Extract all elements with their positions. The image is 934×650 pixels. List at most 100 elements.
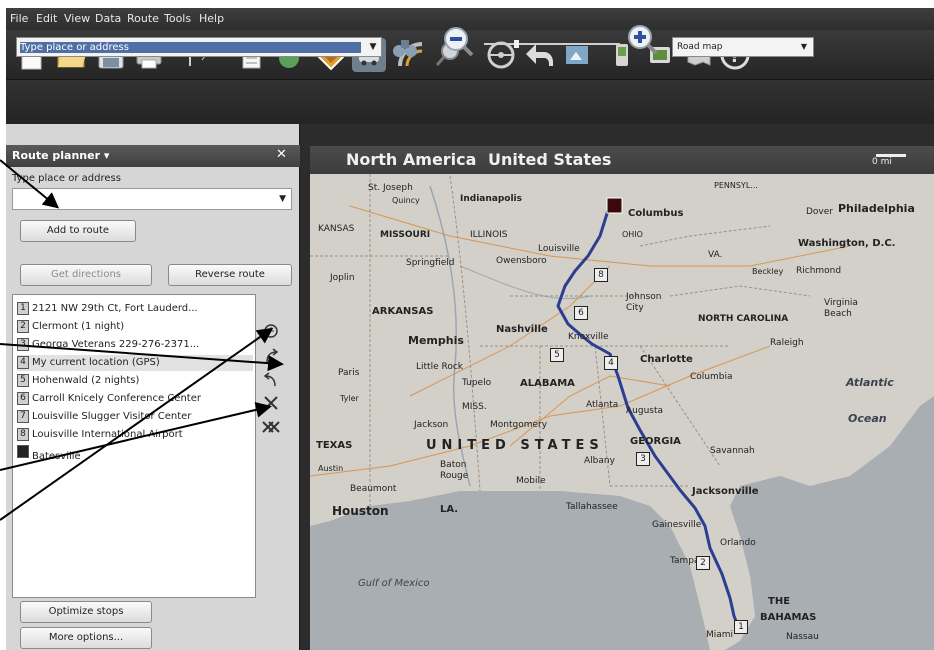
map-label: Memphis	[408, 334, 464, 347]
map-label: Indianapolis	[460, 194, 522, 204]
close-icon[interactable]: ✕	[276, 147, 287, 162]
map-labels: St. Joseph Quincy Indianapolis Columbus …	[310, 146, 934, 650]
reverse-route-button[interactable]: Reverse route	[168, 264, 292, 286]
map-label: Raleigh	[770, 338, 804, 348]
map-marker-stop[interactable]: 2	[696, 556, 710, 570]
route-planner-header: Route planner ▾ ✕	[6, 145, 300, 167]
menu-data[interactable]: Data	[95, 12, 121, 25]
menu-edit[interactable]: Edit	[36, 12, 57, 25]
map-label: Augusta	[626, 406, 664, 416]
map-label: Orlando	[720, 538, 756, 548]
map-label: Gainesville	[652, 520, 702, 530]
more-options-button[interactable]: More options...	[20, 627, 152, 649]
map-marker-stop[interactable]: 5	[550, 348, 564, 362]
route-planner-panel: Route planner ▾ ✕ Type place or address …	[6, 124, 300, 650]
map-label: BAHAMAS	[760, 612, 817, 623]
route-planner-title[interactable]: Route planner ▾	[12, 149, 109, 162]
menu-view[interactable]: View	[64, 12, 90, 25]
map-label: NORTH CAROLINA	[698, 314, 789, 324]
map-label: Charlotte	[640, 354, 693, 365]
map-label: Owensboro	[496, 256, 547, 266]
map-label: OHIO	[622, 230, 643, 239]
route-stop[interactable]: 5 Hohenwald (2 nights)	[17, 373, 253, 389]
map-marker-stop[interactable]: 3	[636, 452, 650, 466]
map-label: Quincy	[392, 196, 420, 205]
zoom-in-icon[interactable]	[626, 23, 658, 55]
route-stop[interactable]: 6 Carroll Knicely Conference Center	[17, 391, 253, 407]
app-window: File Edit View Data Route Tools Help Typ…	[6, 8, 934, 650]
search-dropdown-icon[interactable]: ▼	[366, 39, 380, 55]
map-label: Virginia Beach	[824, 298, 858, 319]
map-label: Washington, D.C.	[798, 238, 896, 249]
map-label: MISS.	[462, 402, 487, 412]
map-type-select[interactable]: Road map ▼	[672, 37, 814, 57]
zoom-out-icon[interactable]	[442, 25, 474, 57]
map-label: Atlanta	[586, 400, 619, 410]
map-label: THE	[768, 596, 791, 607]
map-label: Atlantic	[846, 376, 894, 389]
map-marker-stop[interactable]: 4	[604, 356, 618, 370]
add-to-route-button[interactable]: Add to route	[20, 220, 136, 242]
map-label: St. Joseph	[368, 183, 413, 193]
map-label: Jackson	[414, 420, 449, 430]
map-label: Philadelphia	[838, 202, 915, 215]
map-label: Joplin	[330, 273, 355, 283]
map-label: Richmond	[796, 266, 842, 276]
route-stop[interactable]: 7 Louisville Slugger Visitor Center	[17, 409, 253, 425]
map-label: GEORGIA	[630, 436, 681, 447]
map-label: Mobile	[516, 476, 546, 486]
menu-tools[interactable]: Tools	[164, 12, 191, 25]
map-label: Little Rock	[416, 362, 463, 372]
map-label: Austin	[318, 464, 344, 473]
map-label: Savannah	[710, 446, 755, 456]
map-label: MISSOURI	[380, 230, 431, 240]
map-label: Dover	[806, 207, 833, 217]
get-directions-button[interactable]: Get directions	[20, 264, 152, 286]
search-input[interactable]	[16, 37, 382, 57]
map-label: PENNSYL...	[714, 181, 758, 190]
map-label: Miami	[706, 630, 734, 640]
menu-file[interactable]: File	[10, 12, 28, 25]
map-label: Montgomery	[490, 420, 548, 430]
optimize-stops-button[interactable]: Optimize stops	[20, 601, 152, 623]
route-stop[interactable]: 1 2121 NW 29th Ct, Fort Lauderd...	[17, 301, 253, 317]
route-stop[interactable]: 3 Georga Veterans 229-276-2371...	[17, 337, 253, 353]
remove-stop-icon[interactable]	[260, 392, 282, 414]
map-label: Beckley	[752, 267, 784, 276]
map-type-value: Road map	[677, 42, 723, 52]
map-label: VA.	[708, 250, 723, 260]
chevron-down-icon[interactable]: ▼	[279, 194, 286, 204]
move-up-icon[interactable]	[260, 344, 282, 366]
map-label: TEXAS	[316, 440, 353, 451]
map-label: Baton Rouge	[440, 460, 469, 481]
binoculars-icon[interactable]	[391, 34, 419, 60]
map-label: ILLINOIS	[470, 230, 508, 240]
map-label: Tallahassee	[566, 502, 618, 512]
route-stop[interactable]: 2 Clermont (1 night)	[17, 319, 253, 335]
map-label: Johnson City	[626, 292, 662, 313]
move-down-icon[interactable]	[260, 368, 282, 390]
menu-help[interactable]: Help	[199, 12, 224, 25]
map-label: Nassau	[786, 632, 819, 642]
map-marker-stop[interactable]: 6	[574, 306, 588, 320]
address-input[interactable]: ▼	[12, 188, 292, 210]
map-label: Knoxville	[568, 332, 609, 342]
route-stop[interactable]: 4 My current location (GPS)	[17, 355, 253, 371]
map-label: Louisville	[538, 244, 580, 254]
menu-route[interactable]: Route	[127, 12, 159, 25]
map-label: Tyler	[340, 394, 359, 403]
route-stop[interactable]: 8 Louisville International Airport	[17, 427, 253, 443]
zoom-slider[interactable]	[484, 38, 620, 48]
map-label: Gulf of Mexico	[358, 578, 430, 589]
map-label: Columbus	[628, 208, 684, 219]
map-marker-stop[interactable]: 8	[594, 268, 608, 282]
remove-all-icon[interactable]	[260, 416, 282, 438]
map-label: ALABAMA	[520, 378, 575, 389]
map-marker-stop[interactable]: 1	[734, 620, 748, 634]
map-label: KANSAS	[318, 224, 355, 234]
map-label: Beaumont	[350, 484, 397, 494]
route-stop[interactable]: Batesville	[17, 445, 253, 461]
map-label: Ocean	[848, 412, 887, 425]
map-label: Nashville	[496, 324, 548, 335]
stop-options-icon[interactable]	[260, 320, 282, 342]
